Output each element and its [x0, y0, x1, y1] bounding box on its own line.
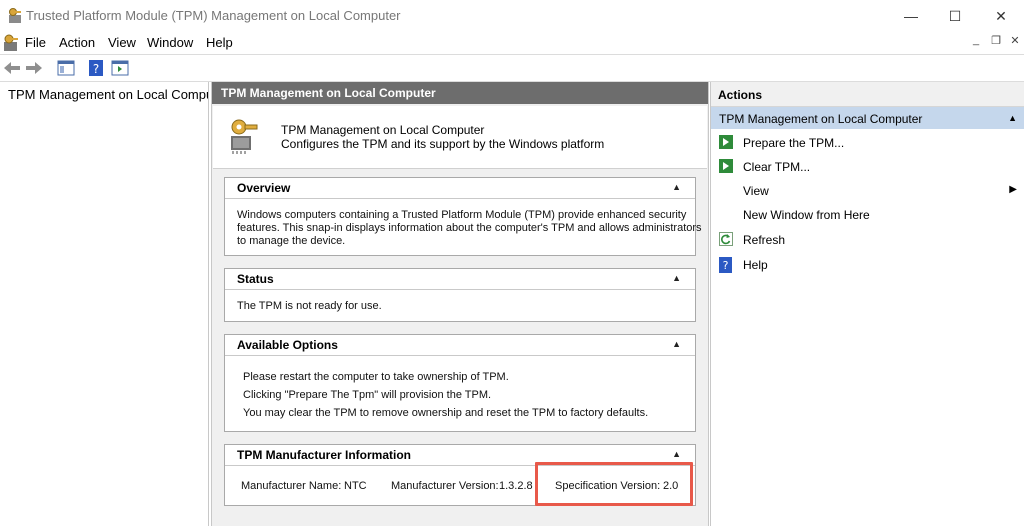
- option-text-line: You may clear the TPM to remove ownershi…: [243, 407, 649, 419]
- intro-description: Configures the TPM and its support by th…: [281, 137, 605, 151]
- action-refresh[interactable]: Refresh: [711, 229, 1024, 251]
- results-pane: TPM Management on Local Computer TPM Man…: [211, 82, 709, 526]
- action-pane-icon: [111, 60, 129, 76]
- mdi-restore-button[interactable]: ❐: [988, 34, 1004, 47]
- green-arrow-icon: [719, 159, 733, 173]
- collapse-caret-icon[interactable]: ▲: [672, 449, 681, 459]
- overview-header[interactable]: Overview ▲: [225, 178, 695, 199]
- actions-pane: Actions TPM Management on Local Computer…: [710, 82, 1024, 526]
- console-tree-pane: TPM Management on Local Computer: [0, 82, 209, 526]
- refresh-icon: [719, 232, 733, 246]
- action-label: Prepare the TPM...: [743, 136, 845, 150]
- actions-header: Actions: [711, 82, 1024, 107]
- available-options-heading: Available Options: [237, 338, 338, 352]
- menu-help[interactable]: Help: [206, 35, 233, 50]
- action-label: Clear TPM...: [743, 160, 811, 174]
- option-text-line: Please restart the computer to take owne…: [243, 371, 509, 383]
- manufacturer-info-heading: TPM Manufacturer Information: [237, 448, 412, 462]
- submenu-arrow-icon: ▶: [1009, 184, 1017, 195]
- svg-text:?: ?: [723, 259, 729, 272]
- overview-text-line: features. This snap-in displays informat…: [237, 222, 702, 234]
- results-pane-header: TPM Management on Local Computer: [212, 82, 708, 104]
- green-arrow-icon: [719, 135, 733, 149]
- manufacturer-name-value: NTC: [344, 480, 367, 492]
- specification-version-highlight: [535, 462, 693, 506]
- actions-group-header[interactable]: TPM Management on Local Computer ▲: [711, 107, 1024, 129]
- overview-heading: Overview: [237, 181, 291, 195]
- available-options-section: Available Options ▲ Please restart the c…: [224, 334, 696, 432]
- action-label: Refresh: [743, 233, 786, 247]
- intro-banner: TPM Management on Local Computer Configu…: [213, 106, 707, 169]
- collapse-caret-icon[interactable]: ▲: [1008, 113, 1017, 123]
- status-header[interactable]: Status ▲: [225, 269, 695, 290]
- mmc-icon[interactable]: [3, 34, 19, 52]
- tpm-key-icon[interactable]: [8, 8, 22, 24]
- back-button[interactable]: [2, 58, 22, 78]
- mdi-close-button[interactable]: ✕: [1007, 34, 1023, 47]
- action-new-window[interactable]: New Window from Here: [711, 204, 1024, 226]
- action-view[interactable]: View ▶: [711, 180, 1024, 202]
- tree-item-tpm-management[interactable]: TPM Management on Local Computer: [4, 86, 208, 102]
- available-options-header[interactable]: Available Options ▲: [225, 335, 695, 356]
- action-label: New Window from Here: [743, 208, 870, 222]
- actions-group-title: TPM Management on Local Computer: [719, 112, 923, 126]
- show-hide-console-tree-button[interactable]: [56, 58, 76, 78]
- menu-window[interactable]: Window: [147, 35, 193, 50]
- menu-bar: File Action View Window Help _ ❐ ✕: [0, 32, 1024, 54]
- forward-arrow-icon: [26, 62, 42, 74]
- overview-text-line: Windows computers containing a Trusted P…: [237, 209, 687, 221]
- menu-action[interactable]: Action: [59, 35, 95, 50]
- toolbar: ?: [0, 54, 1024, 82]
- status-text: The TPM is not ready for use.: [237, 300, 382, 312]
- actions-heading: Actions: [718, 88, 763, 102]
- console-tree-icon: [57, 60, 75, 76]
- mdi-minimize-button[interactable]: _: [968, 34, 984, 46]
- minimize-button[interactable]: —: [888, 0, 934, 32]
- manufacturer-version-value: 1.3.2.8: [499, 480, 533, 492]
- status-section: Status ▲ The TPM is not ready for use.: [224, 268, 696, 322]
- help-book-icon: ?: [89, 60, 103, 76]
- overview-section: Overview ▲ Windows computers containing …: [224, 177, 702, 256]
- manufacturer-version-label: Manufacturer Version:: [391, 480, 499, 492]
- window-title: Trusted Platform Module (TPM) Management…: [26, 8, 401, 23]
- manufacturer-name-label: Manufacturer Name:: [241, 480, 342, 492]
- title-bar: Trusted Platform Module (TPM) Management…: [0, 0, 1024, 32]
- menu-view[interactable]: View: [108, 35, 136, 50]
- close-button[interactable]: ✕: [978, 0, 1024, 32]
- action-help[interactable]: ? Help: [711, 254, 1024, 276]
- help-icon: ?: [719, 257, 733, 273]
- maximize-button[interactable]: ☐: [932, 0, 978, 32]
- tree-item-label: TPM Management on Local Computer: [8, 86, 208, 102]
- intro-title: TPM Management on Local Computer: [281, 123, 485, 137]
- collapse-caret-icon[interactable]: ▲: [672, 339, 681, 349]
- menu-file[interactable]: File: [25, 35, 46, 50]
- show-hide-action-pane-button[interactable]: [110, 58, 130, 78]
- collapse-caret-icon[interactable]: ▲: [672, 182, 681, 192]
- help-toolbar-button[interactable]: ?: [86, 58, 106, 78]
- svg-text:?: ?: [93, 62, 99, 76]
- tpm-chip-key-icon: [227, 118, 259, 154]
- action-label: View: [743, 184, 769, 198]
- overview-text-line: to manage the device.: [237, 235, 346, 247]
- action-clear-tpm[interactable]: Clear TPM...: [711, 156, 1024, 178]
- results-pane-title: TPM Management on Local Computer: [221, 86, 436, 100]
- status-heading: Status: [237, 272, 274, 286]
- action-label: Help: [743, 258, 768, 272]
- forward-button[interactable]: [24, 58, 44, 78]
- collapse-caret-icon[interactable]: ▲: [672, 273, 681, 283]
- option-text-line: Clicking "Prepare The Tpm" will provisio…: [243, 389, 492, 401]
- back-arrow-icon: [4, 62, 20, 74]
- action-prepare-tpm[interactable]: Prepare the TPM...: [711, 132, 1024, 154]
